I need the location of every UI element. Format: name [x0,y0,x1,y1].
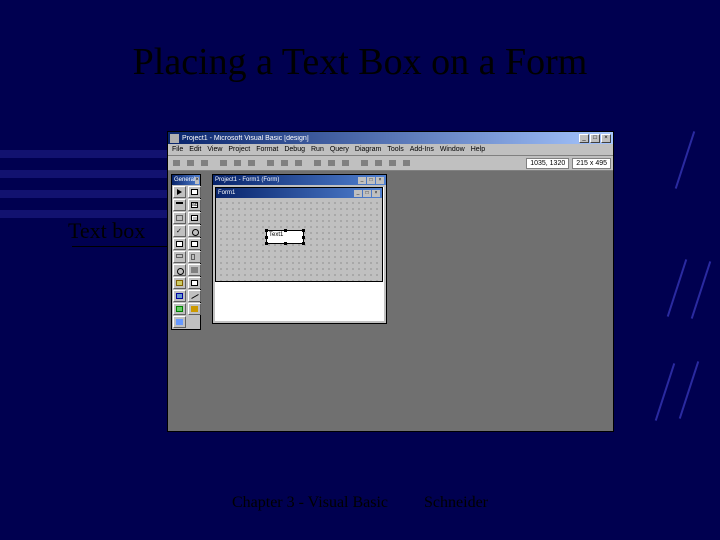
vb-app-title: Project1 - Microsoft Visual Basic [desig… [182,135,579,142]
form-designer-window[interactable]: Project1 - Form1 (Form) _ □ × Form1 _ □ … [212,174,387,324]
toolbar-button[interactable] [217,157,230,169]
toolbar-button[interactable] [372,157,385,169]
tool-vscrollbar-icon[interactable] [188,251,201,263]
resize-handle-icon[interactable] [265,229,268,232]
tool-timer-icon[interactable] [173,264,186,276]
tool-shape-icon[interactable] [173,290,186,302]
innerform-minimize-button[interactable]: _ [354,190,362,197]
design-form[interactable]: Form1 _ □ × Text1 [215,187,383,282]
resize-handle-icon[interactable] [265,236,268,239]
footer-right: Schneider [424,494,488,512]
toolbar-button[interactable] [311,157,324,169]
toolbar-button[interactable] [170,157,183,169]
toolbox-title-label: General [174,177,195,183]
toolbar-button[interactable] [264,157,277,169]
tool-line-icon[interactable] [188,290,201,302]
tool-frame-icon[interactable] [173,212,186,224]
formwin-close-button[interactable]: × [376,177,384,184]
tool-checkbox-icon[interactable] [173,225,186,237]
menu-edit[interactable]: Edit [189,146,201,153]
tool-picturebox-icon[interactable] [188,186,201,198]
menu-window[interactable]: Window [440,146,465,153]
toolbar-size-readout: 215 x 495 [572,158,611,169]
toolbar-position-readout: 1035, 1320 [526,158,569,169]
minimize-button[interactable]: _ [579,134,589,143]
menu-format[interactable]: Format [256,146,278,153]
design-form-titlebar[interactable]: Form1 _ □ × [216,188,382,198]
placed-textbox-control[interactable]: Text1 [266,230,304,244]
toolbar-button[interactable] [231,157,244,169]
toolbox-title[interactable]: General × [172,175,200,185]
footer-left: Chapter 3 - Visual Basic [232,494,388,512]
maximize-button[interactable]: □ [590,134,600,143]
tool-ole-icon[interactable] [173,316,186,328]
tool-textbox-icon[interactable] [188,199,201,211]
form-designer-client: Form1 _ □ × Text1 [215,187,384,321]
tool-pointer-icon[interactable] [173,186,186,198]
menu-tools[interactable]: Tools [387,146,403,153]
toolbar-button[interactable] [278,157,291,169]
tool-listbox-icon[interactable] [188,238,201,250]
close-button[interactable]: × [601,134,611,143]
menu-project[interactable]: Project [228,146,250,153]
vb-toolbar: 1035, 1320 215 x 495 [168,156,613,171]
toolbar-button[interactable] [386,157,399,169]
menu-diagram[interactable]: Diagram [355,146,381,153]
toolbar-button[interactable] [358,157,371,169]
vb-titlebar[interactable]: Project1 - Microsoft Visual Basic [desig… [168,132,613,144]
menu-file[interactable]: File [172,146,183,153]
resize-handle-icon[interactable] [302,236,305,239]
resize-handle-icon[interactable] [302,242,305,245]
vb-mdi-client: General × [168,171,613,431]
toolbar-button[interactable] [400,157,413,169]
tool-image-icon[interactable] [173,303,186,315]
menu-debug[interactable]: Debug [284,146,305,153]
tool-commandbutton-icon[interactable] [188,212,201,224]
form-designer-titlebar[interactable]: Project1 - Form1 (Form) _ □ × [213,175,386,185]
toolbar-button[interactable] [325,157,338,169]
slide-title: Placing a Text Box on a Form [0,40,720,84]
tool-dirlistbox-icon[interactable] [173,277,186,289]
tool-hscrollbar-icon[interactable] [173,251,186,263]
tool-combobox-icon[interactable] [173,238,186,250]
vb-menubar: File Edit View Project Format Debug Run … [168,144,613,156]
vb-ide-window: Project1 - Microsoft Visual Basic [desig… [167,131,614,432]
resize-handle-icon[interactable] [284,229,287,232]
tool-optionbutton-icon[interactable] [188,225,201,237]
design-form-surface[interactable]: Text1 [216,198,382,281]
slide-footer: Chapter 3 - Visual Basic Schneider [0,494,720,512]
formwin-maximize-button[interactable]: □ [367,177,375,184]
toolbox-close-icon[interactable]: × [195,177,199,184]
toolbar-button[interactable] [292,157,305,169]
tool-data-icon[interactable] [188,303,201,315]
resize-handle-icon[interactable] [265,242,268,245]
menu-view[interactable]: View [207,146,222,153]
resize-handle-icon[interactable] [284,242,287,245]
menu-query[interactable]: Query [330,146,349,153]
resize-handle-icon[interactable] [302,229,305,232]
toolbar-button[interactable] [339,157,352,169]
vb-app-icon [170,134,179,143]
tool-drivelistbox-icon[interactable] [188,264,201,276]
tool-filelistbox-icon[interactable] [188,277,201,289]
innerform-maximize-button[interactable]: □ [363,190,371,197]
toolbar-button[interactable] [184,157,197,169]
menu-run[interactable]: Run [311,146,324,153]
tool-label-icon[interactable] [173,199,186,211]
form-designer-title-label: Project1 - Form1 (Form) [215,177,279,183]
annotation-label: Text box [68,218,145,244]
menu-addins[interactable]: Add-Ins [410,146,434,153]
placed-textbox-text: Text1 [269,232,283,238]
formwin-minimize-button[interactable]: _ [358,177,366,184]
vb-toolbox[interactable]: General × [171,174,201,330]
design-form-title-label: Form1 [218,190,235,196]
toolbar-button[interactable] [245,157,258,169]
toolbar-button[interactable] [198,157,211,169]
innerform-close-button[interactable]: × [372,190,380,197]
menu-help[interactable]: Help [471,146,485,153]
